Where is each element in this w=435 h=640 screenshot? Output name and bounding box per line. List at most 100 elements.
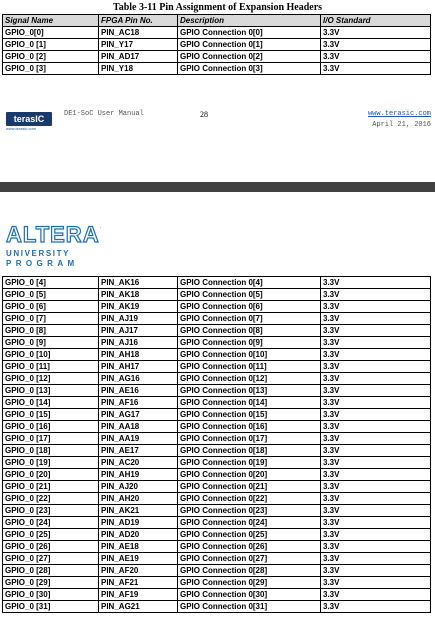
- cell-description: GPIO Connection 0[22]: [177, 492, 321, 505]
- cell-description: GPIO Connection 0[17]: [177, 432, 321, 445]
- cell-signal-name: GPIO_0 [27]: [2, 552, 99, 565]
- cell-signal-name: GPIO_0 [8]: [2, 324, 99, 337]
- cell-io-standard: 3.3V: [320, 348, 431, 361]
- cell-fpga-pin: PIN_Y18: [98, 62, 178, 75]
- cell-io-standard: 3.3V: [320, 420, 431, 433]
- cell-io-standard: 3.3V: [320, 564, 431, 577]
- cell-description: GPIO Connection 0[11]: [177, 360, 321, 373]
- cell-io-standard: 3.3V: [320, 62, 431, 75]
- column-header-signal-name: Signal Name: [2, 14, 99, 27]
- program-label: PROGRAM: [6, 259, 79, 268]
- table-row: GPIO_0 [3] PIN_Y18 GPIO Connection 0[3] 3.3…: [2, 62, 431, 75]
- table-row: GPIO_0 [20] PIN_AH19 GPIO Connection 0[20]…: [2, 468, 431, 481]
- cell-fpga-pin: PIN_AC20: [98, 456, 178, 469]
- cell-description: GPIO Connection 0[2]: [177, 50, 321, 63]
- cell-signal-name: GPIO_0 [1]: [2, 38, 99, 51]
- cell-signal-name: GPIO_0 [31]: [2, 600, 99, 613]
- cell-description: GPIO Connection 0[31]: [177, 600, 321, 613]
- cell-fpga-pin: PIN_Y17: [98, 38, 178, 51]
- cell-fpga-pin: PIN_AJ19: [98, 312, 178, 325]
- cell-fpga-pin: PIN_AC18: [98, 26, 178, 39]
- table-row: GPIO_0 [1] PIN_Y17 GPIO Connection 0[1] 3.3…: [2, 38, 431, 51]
- cell-description: GPIO Connection 0[20]: [177, 468, 321, 481]
- cell-description: GPIO Connection 0[18]: [177, 444, 321, 457]
- table-row: GPIO_0 [9] PIN_AJ16 GPIO Connection 0[9] 3.…: [2, 336, 431, 349]
- cell-signal-name: GPIO_0 [6]: [2, 300, 99, 313]
- table-header-row: Signal Name FPGA Pin No. Description I/O…: [2, 14, 431, 27]
- cell-io-standard: 3.3V: [320, 504, 431, 517]
- table-row: GPIO_0 [17] PIN_AA19 GPIO Connection 0[17]…: [2, 432, 431, 445]
- cell-fpga-pin: PIN_AH20: [98, 492, 178, 505]
- cell-fpga-pin: PIN_AK19: [98, 300, 178, 313]
- cell-fpga-pin: PIN_AE18: [98, 540, 178, 553]
- table-row: GPIO_0 [23] PIN_AK21 GPIO Connection 0[23]…: [2, 504, 431, 517]
- terasic-link[interactable]: www.terasic.com: [368, 110, 431, 118]
- cell-fpga-pin: PIN_AD17: [98, 50, 178, 63]
- cell-fpga-pin: PIN_AG17: [98, 408, 178, 421]
- cell-signal-name: GPIO_0 [21]: [2, 480, 99, 493]
- cell-signal-name: GPIO_0 [29]: [2, 576, 99, 589]
- table-row: GPIO_0 [28] PIN_AF20 GPIO Connection 0[28]…: [2, 564, 431, 577]
- cell-signal-name: GPIO_0 [24]: [2, 516, 99, 529]
- cell-fpga-pin: PIN_AH18: [98, 348, 178, 361]
- cell-io-standard: 3.3V: [320, 360, 431, 373]
- cell-fpga-pin: PIN_AE16: [98, 384, 178, 397]
- cell-io-standard: 3.3V: [320, 288, 431, 301]
- table-row: GPIO_0 [10] PIN_AH18 GPIO Connection 0[10]…: [2, 348, 431, 361]
- cell-io-standard: 3.3V: [320, 444, 431, 457]
- cell-description: GPIO Connection 0[16]: [177, 420, 321, 433]
- cell-signal-name: GPIO_0 [26]: [2, 540, 99, 553]
- cell-signal-name: GPIO_0 [5]: [2, 288, 99, 301]
- cell-io-standard: 3.3V: [320, 468, 431, 481]
- cell-fpga-pin: PIN_AJ16: [98, 336, 178, 349]
- cell-io-standard: 3.3V: [320, 336, 431, 349]
- table-row: GPIO_0 [7] PIN_AJ19 GPIO Connection 0[7] 3.…: [2, 312, 431, 325]
- cell-description: GPIO Connection 0[8]: [177, 324, 321, 337]
- cell-signal-name: GPIO_0 [16]: [2, 420, 99, 433]
- cell-description: GPIO Connection 0[27]: [177, 552, 321, 565]
- table-row: GPIO_0 [4] PIN_AK16 GPIO Connection 0[4] 3.…: [2, 276, 431, 289]
- cell-signal-name: GPIO_0 [13]: [2, 384, 99, 397]
- cell-io-standard: 3.3V: [320, 312, 431, 325]
- table-row: GPIO_0 [6] PIN_AK19 GPIO Connection 0[6] 3.…: [2, 300, 431, 313]
- cell-signal-name: GPIO_0 [3]: [2, 62, 99, 75]
- cell-description: GPIO Connection 0[15]: [177, 408, 321, 421]
- altera-registered-mark: .: [99, 224, 102, 230]
- cell-signal-name: GPIO_0[0]: [2, 26, 99, 39]
- cell-io-standard: 3.3V: [320, 576, 431, 589]
- cell-description: GPIO Connection 0[10]: [177, 348, 321, 361]
- cell-signal-name: GPIO_0 [10]: [2, 348, 99, 361]
- table-row: GPIO_0 [13] PIN_AE16 GPIO Connection 0[13]…: [2, 384, 431, 397]
- cell-fpga-pin: PIN_AF16: [98, 396, 178, 409]
- table-row: GPIO_0 [5] PIN_AK18 GPIO Connection 0[5] 3.…: [2, 288, 431, 301]
- table-row: GPIO_0 [31] PIN_AG21 GPIO Connection 0[31]…: [2, 600, 431, 613]
- table-row: GPIO_0 [15] PIN_AG17 GPIO Connection 0[15]…: [2, 408, 431, 421]
- cell-description: GPIO Connection 0[7]: [177, 312, 321, 325]
- document-page-1: Table 3-11 Pin Assignment of Expansion H…: [0, 0, 435, 182]
- terasic-logo-url: www.terasic.com: [6, 126, 37, 131]
- cell-signal-name: GPIO_0 [7]: [2, 312, 99, 325]
- cell-fpga-pin: PIN_AA18: [98, 420, 178, 433]
- cell-io-standard: 3.3V: [320, 516, 431, 529]
- cell-io-standard: 3.3V: [320, 552, 431, 565]
- cell-description: GPIO Connection 0[1]: [177, 38, 321, 51]
- cell-signal-name: GPIO_0 [9]: [2, 336, 99, 349]
- cell-io-standard: 3.3V: [320, 50, 431, 63]
- cell-description: GPIO Connection 0[12]: [177, 372, 321, 385]
- column-header-description: Description: [177, 14, 321, 27]
- cell-io-standard: 3.3V: [320, 528, 431, 541]
- table-row: GPIO_0 [27] PIN_AE19 GPIO Connection 0[27]…: [2, 552, 431, 565]
- cell-signal-name: GPIO_0 [25]: [2, 528, 99, 541]
- cell-description: GPIO Connection 0[9]: [177, 336, 321, 349]
- table-row: GPIO_0 [11] PIN_AH17 GPIO Connection 0[11]…: [2, 360, 431, 373]
- cell-fpga-pin: PIN_AK18: [98, 288, 178, 301]
- page-number: 28: [200, 110, 208, 119]
- cell-fpga-pin: PIN_AF21: [98, 576, 178, 589]
- cell-fpga-pin: PIN_AD19: [98, 516, 178, 529]
- cell-signal-name: GPIO_0 [28]: [2, 564, 99, 577]
- cell-io-standard: 3.3V: [320, 408, 431, 421]
- cell-signal-name: GPIO_0 [17]: [2, 432, 99, 445]
- cell-description: GPIO Connection 0[24]: [177, 516, 321, 529]
- cell-signal-name: GPIO_0 [22]: [2, 492, 99, 505]
- cell-description: GPIO Connection 0[13]: [177, 384, 321, 397]
